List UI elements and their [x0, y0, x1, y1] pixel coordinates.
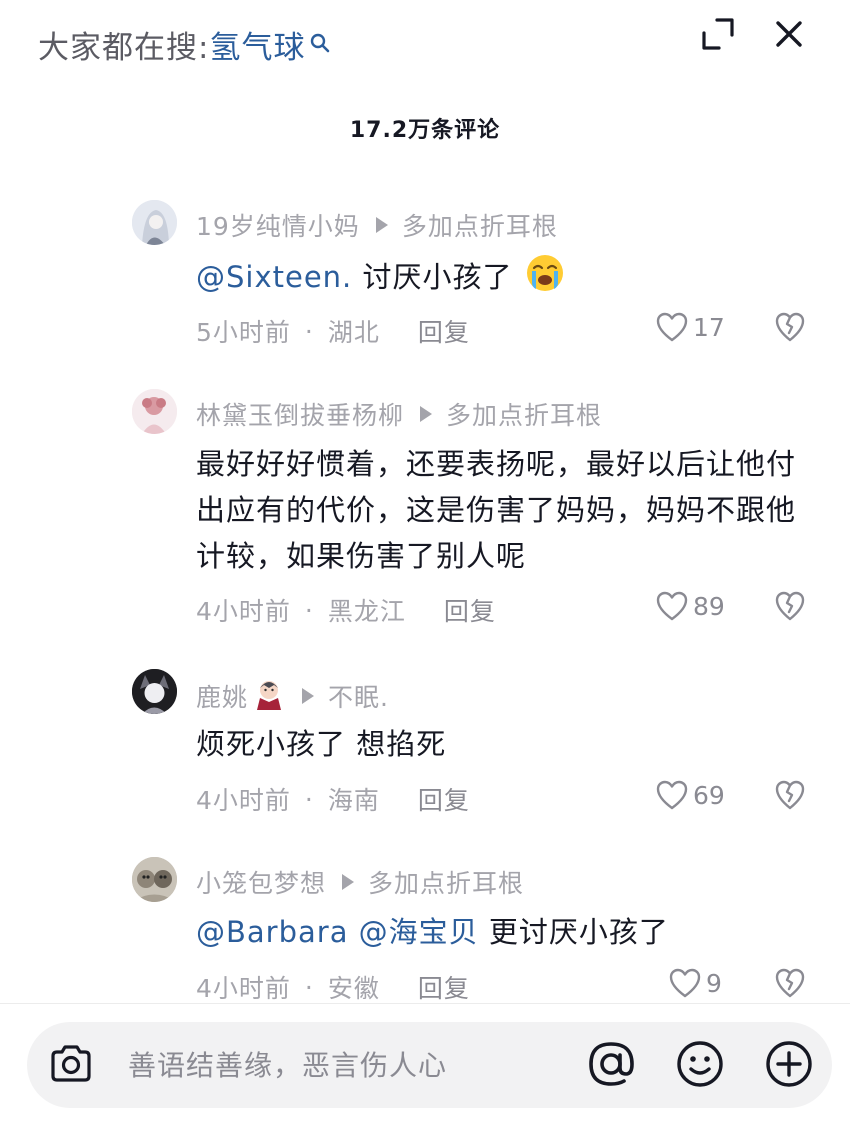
like-button[interactable]: 9 — [668, 967, 722, 999]
comment-location: 湖北 — [327, 318, 380, 347]
reply-to-username[interactable]: 多加点折耳根 — [368, 864, 524, 900]
comment-user-line: 小笼包梦想 多加点折耳根 — [196, 864, 524, 900]
reply-button[interactable]: 回复 — [444, 592, 496, 628]
mention-link[interactable]: @Barbara @海宝贝 — [196, 915, 479, 949]
camera-icon[interactable] — [47, 1040, 95, 1088]
comment-user-line: 鹿姚 不眠. — [196, 676, 389, 716]
broken-heart-icon[interactable] — [774, 311, 806, 343]
hot-search-term[interactable]: 氢气球 — [209, 22, 305, 67]
mention-link[interactable]: @Sixteen. — [196, 260, 352, 294]
emoji-icon[interactable] — [674, 1038, 726, 1090]
comment-username[interactable]: 小笼包梦想 — [196, 864, 326, 900]
reply-arrow-icon — [375, 217, 388, 233]
comment-body: 讨厌小孩了 — [352, 260, 513, 294]
comment-meta: 5小时前 · 湖北 回复 — [196, 313, 470, 349]
avatar[interactable] — [132, 389, 177, 434]
like-button[interactable]: 17 — [655, 311, 725, 343]
meta-separator: · — [304, 316, 314, 346]
meta-separator: · — [304, 972, 314, 1002]
comment-time: 4小时前 — [196, 597, 291, 626]
comment-username[interactable]: 林黛玉倒拔垂杨柳 — [196, 396, 404, 432]
reply-to-username[interactable]: 多加点折耳根 — [402, 207, 558, 243]
comment-time: 4小时前 — [196, 974, 291, 1003]
comment-time: 5小时前 — [196, 318, 291, 347]
comment-body: 更讨厌小孩了 — [478, 915, 669, 949]
comment-count-title: 17.2万条评论 — [349, 118, 501, 143]
comment-meta: 4小时前 · 安徽 回复 — [196, 969, 470, 1005]
reply-arrow-icon — [420, 406, 433, 422]
comment-user-line: 林黛玉倒拔垂杨柳 多加点折耳根 — [196, 396, 602, 432]
like-count: 69 — [693, 780, 725, 810]
meta-separator: · — [304, 784, 314, 814]
comment-meta: 4小时前 · 黑龙江 回复 — [196, 592, 496, 628]
hot-search-prefix: 大家都在搜: — [38, 30, 210, 66]
expand-icon[interactable] — [701, 17, 735, 51]
comment-input[interactable] — [128, 1042, 558, 1088]
broken-heart-icon[interactable] — [774, 590, 806, 622]
like-count: 89 — [693, 591, 725, 621]
comment-text: 烦死小孩了 想掐死 — [196, 727, 447, 761]
reply-button[interactable]: 回复 — [418, 313, 470, 349]
like-button[interactable]: 69 — [655, 779, 725, 811]
comment-text: @Sixteen. 讨厌小孩了 — [196, 253, 821, 306]
reply-button[interactable]: 回复 — [418, 969, 470, 1005]
comment-username[interactable]: 19岁纯情小妈 — [196, 207, 360, 243]
like-count: 17 — [693, 312, 725, 342]
comments-header: 大家都在搜: 氢气球 — [0, 0, 850, 90]
avatar[interactable] — [132, 200, 177, 245]
comment-username[interactable]: 鹿姚 — [196, 678, 248, 714]
heart-icon — [656, 312, 688, 342]
reply-to-username[interactable]: 不眠. — [328, 678, 389, 714]
comment-location: 黑龙江 — [327, 597, 406, 626]
reply-button[interactable]: 回复 — [418, 781, 470, 817]
search-icon — [309, 26, 331, 52]
comment-time: 4小时前 — [196, 786, 291, 815]
reply-to-username[interactable]: 多加点折耳根 — [446, 396, 602, 432]
like-count: 9 — [706, 968, 722, 998]
plus-icon[interactable] — [763, 1038, 815, 1090]
reply-arrow-icon — [342, 874, 355, 890]
heart-icon — [656, 780, 688, 810]
comment-text: @Barbara @海宝贝 更讨厌小孩了 — [196, 909, 821, 955]
reply-arrow-icon — [302, 688, 315, 704]
crying-face-emoji-icon — [525, 253, 565, 306]
comment-text: 最好好好惯着，还要表扬呢，最好以后让他付出应有的代价，这是伤害了妈妈，妈妈不跟他… — [196, 447, 797, 573]
vampire-emoji-icon — [252, 676, 286, 716]
comment-location: 安徽 — [327, 974, 380, 1003]
input-divider — [0, 1003, 850, 1004]
comment-location: 海南 — [327, 786, 380, 815]
comment-meta: 4小时前 · 海南 回复 — [196, 781, 470, 817]
avatar[interactable] — [132, 669, 177, 714]
comment-user-line: 19岁纯情小妈 多加点折耳根 — [196, 207, 558, 243]
at-icon[interactable] — [585, 1038, 637, 1090]
close-icon[interactable] — [771, 16, 807, 52]
hot-search-banner[interactable]: 大家都在搜: 氢气球 — [38, 22, 331, 67]
meta-separator: · — [304, 595, 314, 625]
heart-icon — [656, 591, 688, 621]
broken-heart-icon[interactable] — [774, 779, 806, 811]
heart-icon — [669, 968, 701, 998]
like-button[interactable]: 89 — [655, 590, 725, 622]
broken-heart-icon[interactable] — [774, 967, 806, 999]
avatar[interactable] — [132, 857, 177, 902]
